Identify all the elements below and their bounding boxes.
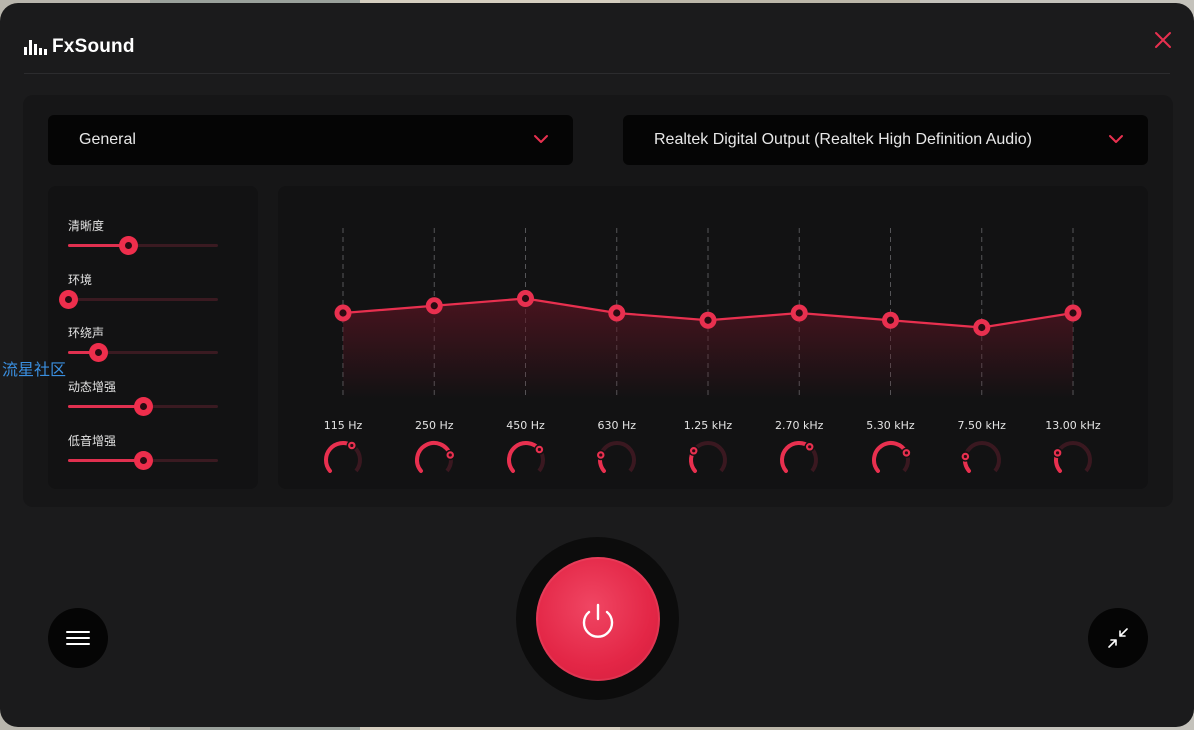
eq-band-handle-center	[978, 323, 986, 332]
equalizer-graph	[334, 228, 1082, 399]
effect-label: 动态增强	[68, 380, 117, 394]
effect-slider-track[interactable]	[68, 236, 218, 255]
fxsound-window: FxSound General Realtek Digital Output (…	[0, 3, 1194, 727]
knob-fill	[871, 441, 908, 473]
effect-slider-thumb[interactable]	[59, 290, 78, 309]
app-logo: FxSound	[24, 36, 135, 58]
effect-bass-boost: 低音增强	[48, 432, 258, 472]
title-bar: FxSound	[0, 3, 1194, 73]
effect-label: 环境	[68, 273, 93, 287]
chevron-down-icon	[534, 135, 548, 143]
effect-slider-thumb[interactable]	[134, 397, 153, 416]
effect-slider-track[interactable]	[68, 451, 218, 470]
eq-band-label: 7.50 kHz	[957, 419, 1006, 432]
power-button[interactable]	[536, 557, 660, 681]
effect-clarity: 清晰度	[48, 217, 258, 257]
eq-band-knob[interactable]	[959, 438, 1004, 482]
preset-dropdown-value: General	[79, 131, 136, 148]
eq-band-label: 13.00 kHz	[1045, 419, 1101, 432]
eq-band-handle-center	[704, 316, 712, 324]
effect-slider-thumb[interactable]	[89, 343, 108, 362]
output-device-value: Realtek Digital Output (Realtek High Def…	[654, 131, 1032, 148]
eq-band-knob[interactable]	[1051, 438, 1095, 482]
effect-surround: 环绕声	[48, 324, 258, 364]
app-name: FxSound	[52, 36, 135, 57]
effect-slider-thumb[interactable]	[134, 451, 153, 470]
output-device-dropdown[interactable]: Realtek Digital Output (Realtek High Def…	[623, 115, 1148, 165]
knob-handle-center	[448, 453, 453, 457]
effect-slider-track[interactable]	[59, 290, 218, 309]
knob-handle-center	[904, 451, 908, 455]
knob-fill	[415, 441, 453, 473]
eq-band-label: 115 Hz	[323, 419, 363, 432]
knob-handle-center	[808, 445, 812, 449]
knob-handle-center	[598, 453, 603, 457]
eq-band-label: 5.30 kHz	[866, 419, 915, 432]
close-icon[interactable]	[1150, 27, 1176, 53]
effect-label: 低音增强	[68, 434, 117, 448]
hamburger-menu-icon	[66, 631, 90, 645]
eq-band-knob[interactable]	[321, 438, 365, 482]
effect-dynamic-boost: 动态增强	[48, 378, 258, 418]
watermark-text: 流星社区	[2, 360, 67, 379]
eq-band-knob[interactable]	[504, 438, 548, 482]
eq-band-knob[interactable]	[412, 438, 456, 482]
knob-handle-center	[1055, 451, 1060, 455]
knob-handle-center	[350, 443, 354, 448]
eq-band-handle-center	[1069, 309, 1077, 317]
minimize-view-button[interactable]	[1088, 608, 1148, 668]
effect-slider-thumb[interactable]	[119, 236, 138, 255]
collapse-arrows-icon	[1108, 628, 1128, 648]
equalizer-bars-icon	[24, 39, 47, 55]
effect-label: 环绕声	[68, 326, 105, 340]
eq-band-handle-center	[339, 309, 347, 317]
chevron-down-icon	[1109, 135, 1123, 143]
effect-label: 清晰度	[68, 219, 105, 233]
eq-band-label: 450 Hz	[506, 419, 545, 432]
eq-band-handle-center	[430, 302, 438, 310]
preset-dropdown[interactable]: General	[48, 115, 573, 165]
eq-band-label: 2.70 kHz	[775, 419, 824, 432]
knob-handle-center	[963, 454, 967, 459]
eq-band-label: 1.25 kHz	[683, 419, 733, 432]
equalizer-panel: 115 Hz 250 Hz 450 Hz 630 Hz 1.25 kHz 2.70 kHz…	[278, 186, 1148, 489]
menu-button[interactable]	[48, 608, 108, 668]
power-icon	[582, 603, 614, 638]
eq-band-knob[interactable]	[686, 438, 730, 482]
eq-band-handle-center	[613, 309, 621, 317]
eq-band-label: 630 Hz	[597, 419, 637, 432]
eq-band-handle-center	[521, 294, 530, 303]
eq-band-knob[interactable]	[869, 438, 913, 482]
eq-band-handle-center	[795, 309, 803, 317]
effect-slider-fill	[68, 459, 143, 462]
effect-ambience: 环境	[48, 271, 258, 311]
effect-slider-track[interactable]	[68, 343, 218, 362]
eq-band-label: 250 Hz	[414, 419, 454, 432]
effects-panel: 清晰度 环境 环绕声 动态增强 低音增强	[48, 186, 258, 489]
effect-slider-fill	[68, 405, 143, 408]
eq-band-handle-center	[886, 316, 895, 324]
eq-band-knob[interactable]	[595, 438, 639, 482]
knob-handle-center	[692, 449, 696, 453]
title-divider	[24, 73, 1170, 74]
effect-slider-track[interactable]	[68, 397, 218, 416]
knob-handle-center	[537, 447, 541, 452]
knob-track	[1054, 441, 1092, 473]
eq-band-knob[interactable]	[777, 438, 821, 482]
